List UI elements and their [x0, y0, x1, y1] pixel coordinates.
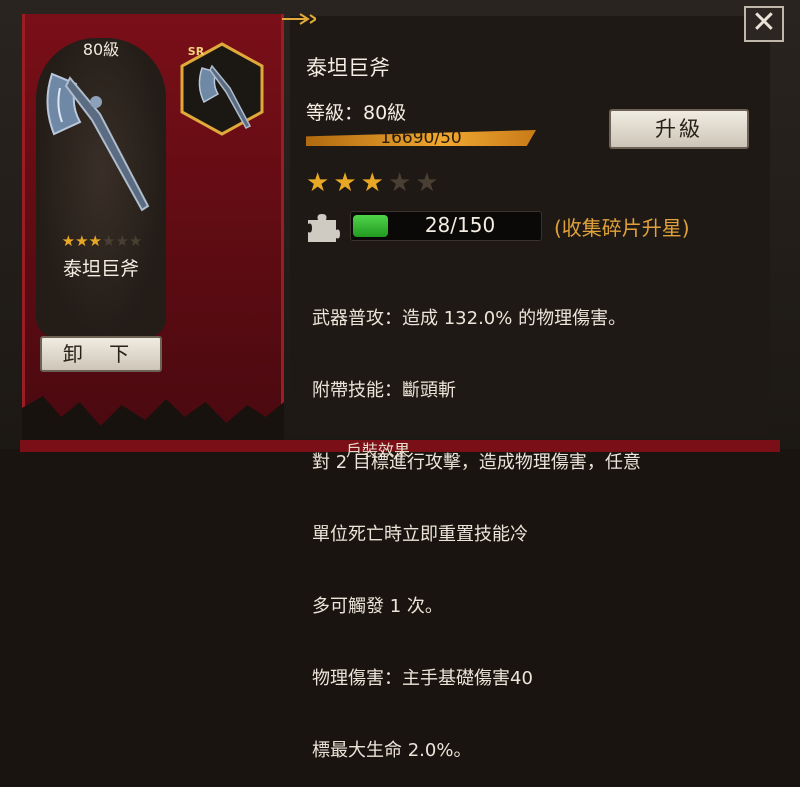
desc-line: 多可觸發 1 次。: [312, 596, 443, 617]
desc-line: 附帶技能：斷頭斬: [312, 380, 456, 401]
card-stars: ★★★★★★: [61, 232, 143, 250]
upgrade-button[interactable]: 升級: [609, 109, 749, 149]
puzzle-piece-icon: [308, 214, 340, 242]
star-icon: ★: [306, 168, 334, 198]
star-rating: ★★★★★: [306, 168, 443, 198]
card-level: 80級: [82, 40, 120, 59]
weapon-name: 泰坦巨斧: [306, 56, 390, 80]
bottom-tab-label[interactable]: 戶裝效果: [346, 437, 410, 461]
shard-progress-fill: [353, 215, 388, 237]
collect-hint: (收集碎片升星): [554, 216, 690, 240]
desc-line: 單位死亡時立即重置技能冷: [312, 524, 528, 545]
rarity-badge: SR: [183, 41, 209, 63]
star-icon: ★: [387, 168, 416, 198]
desc-line: 武器普攻：造成 132.0% 的物理傷害。: [312, 308, 627, 329]
close-button[interactable]: ✕: [744, 6, 784, 42]
unequip-button[interactable]: 卸 下: [40, 336, 162, 372]
desc-line: 物理傷害：主手基礎傷害40: [312, 668, 533, 689]
desc-line: 標最大生命 2.0%。: [312, 740, 472, 761]
arrow-icon: [282, 13, 316, 25]
star-icon: ★: [415, 168, 443, 198]
exp-text: 16690/50: [380, 128, 462, 148]
skill-description: 武器普攻：造成 132.0% 的物理傷害。 附帶技能：斷頭斬 對 2 目標進行攻…: [312, 259, 762, 787]
axe-weapon-icon: [46, 72, 150, 212]
card-item-name: 泰坦巨斧: [62, 258, 139, 280]
star-icon: ★: [360, 168, 388, 198]
shard-count: 28/150: [424, 213, 496, 237]
star-icon: ★: [333, 168, 361, 198]
level-label: 等級：80級: [306, 102, 407, 124]
